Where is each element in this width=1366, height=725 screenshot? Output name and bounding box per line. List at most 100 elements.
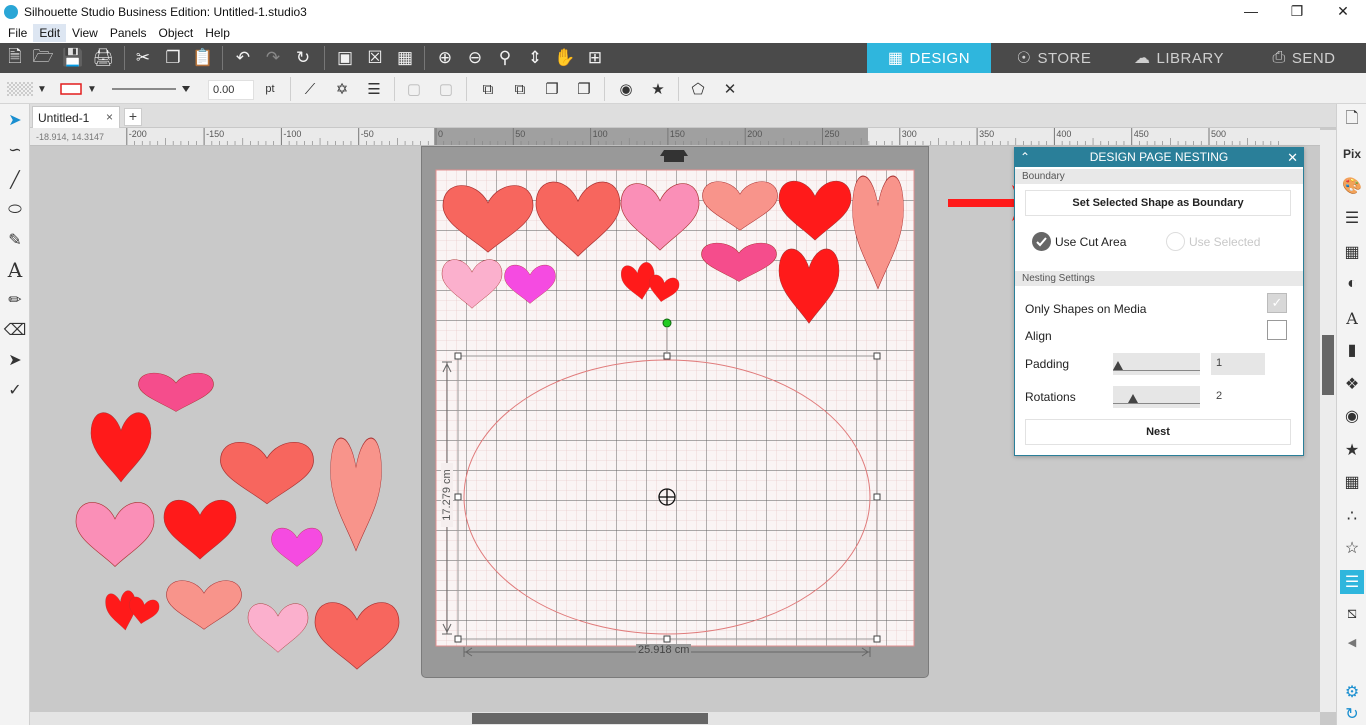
draw-tool-icon[interactable]: ✏ — [3, 288, 27, 312]
padding-value-input[interactable]: 1 — [1211, 353, 1265, 375]
heart-shape[interactable] — [89, 411, 153, 484]
heart-shape[interactable] — [313, 601, 401, 671]
offset-star-icon[interactable]: ☆ — [1340, 536, 1364, 560]
heart-shape[interactable] — [218, 440, 316, 506]
line-style-icon[interactable]: ☰ — [1340, 206, 1364, 230]
line-color-swatch[interactable] — [58, 78, 84, 100]
collapse-chevron-icon[interactable]: ⌃ — [1020, 148, 1030, 167]
move-icon[interactable]: ✡ — [330, 78, 354, 100]
select-by-color-icon[interactable]: ▦ — [394, 47, 416, 69]
group-icon[interactable]: ▢ — [402, 78, 426, 100]
zoom-in-icon[interactable]: ⊕ — [434, 47, 456, 69]
undo-icon[interactable]: ↶ — [232, 47, 254, 69]
transparency-icon[interactable]: ◐ — [1340, 272, 1364, 296]
rotations-slider-knob[interactable] — [1128, 394, 1138, 403]
select-tool-icon[interactable]: ➤ — [3, 108, 27, 132]
vertical-scroll-thumb[interactable] — [1322, 335, 1334, 395]
pan-hand-icon[interactable]: ✋ — [554, 47, 576, 69]
text-tool-icon[interactable]: A — [3, 258, 27, 282]
heart-shape[interactable] — [331, 438, 382, 551]
point-edit-icon[interactable]: ∽ — [3, 138, 27, 162]
horizontal-scroll-thumb[interactable] — [472, 713, 708, 724]
replicate-icon[interactable]: ★ — [1340, 438, 1364, 462]
tab-store[interactable]: ☉ STORE — [992, 43, 1116, 73]
deselect-icon[interactable]: ☒ — [364, 47, 386, 69]
open-folder-icon[interactable]: 🗁 — [32, 47, 54, 69]
nesting-panel-icon[interactable]: ☰ — [1340, 570, 1364, 594]
page-setup-icon[interactable]: 🗋 — [1340, 108, 1364, 132]
rotations-slider[interactable] — [1113, 386, 1200, 408]
heart-shape[interactable] — [270, 527, 324, 568]
line-style-selector[interactable] — [110, 78, 190, 100]
settings-gear-icon[interactable]: ⚙ — [1340, 680, 1364, 704]
vertical-scrollbar[interactable] — [1320, 130, 1336, 712]
text-style-icon[interactable]: A — [1340, 306, 1364, 330]
eyedropper-tool-icon[interactable]: ✓ — [3, 378, 27, 402]
use-selected-radio[interactable] — [1166, 232, 1185, 251]
menu-file[interactable]: File — [2, 24, 33, 42]
line-tool-icon[interactable]: ╱ — [3, 168, 27, 192]
fill-color-icon[interactable]: 🎨 — [1340, 174, 1364, 198]
zoom-out-icon[interactable]: ⊖ — [464, 47, 486, 69]
heart-shape[interactable] — [165, 579, 243, 631]
tab-untitled-1[interactable]: Untitled-1 × — [32, 106, 120, 128]
layers-icon[interactable]: ⧅ — [1340, 602, 1364, 626]
line-tool-icon[interactable]: ⟋ — [298, 78, 322, 100]
tab-send[interactable]: ⎙ SEND — [1242, 43, 1366, 73]
tab-library[interactable]: ☁ LIBRARY — [1117, 43, 1241, 73]
menu-help[interactable]: Help — [199, 24, 236, 42]
star-shape-icon[interactable]: ★ — [646, 78, 670, 100]
set-boundary-button[interactable]: Set Selected Shape as Boundary — [1025, 190, 1291, 216]
weld-icon[interactable]: ◉ — [614, 78, 638, 100]
trace-icon[interactable]: ▦ — [1340, 470, 1364, 494]
ellipse-tool-icon[interactable]: ⬭ — [3, 198, 27, 222]
pencil-tool-icon[interactable]: ✎ — [3, 228, 27, 252]
send-backward-icon[interactable]: ❐ — [572, 78, 596, 100]
paste-icon[interactable]: 📋 — [192, 47, 214, 69]
print-icon[interactable]: 🖨 — [92, 47, 114, 69]
redo-icon[interactable]: ↷ — [262, 47, 284, 69]
close-tab-icon[interactable]: × — [106, 110, 113, 124]
knife-tool-icon[interactable]: ➤ — [3, 348, 27, 372]
tab-design[interactable]: ▦ DESIGN — [867, 43, 991, 73]
select-all-icon[interactable]: ▣ — [334, 47, 356, 69]
redraw-icon[interactable]: ↻ — [292, 47, 314, 69]
bring-to-front-icon[interactable]: ⧉ — [476, 78, 500, 100]
eraser-tool-icon[interactable]: ⌫ — [3, 318, 27, 342]
align-checkbox[interactable] — [1267, 320, 1287, 340]
ungroup-icon[interactable]: ▢ — [434, 78, 458, 100]
add-tab-button[interactable]: + — [124, 108, 142, 126]
only-shapes-on-media-checkbox[interactable]: ✓ — [1267, 293, 1287, 313]
align-panel-icon[interactable]: ▮ — [1340, 338, 1364, 362]
menu-edit[interactable]: Edit — [33, 24, 67, 42]
send-to-back-icon[interactable]: ⧉ — [508, 78, 532, 100]
menu-panels[interactable]: Panels — [104, 24, 153, 42]
fill-pattern-panel-icon[interactable]: ▦ — [1340, 240, 1364, 264]
modify-icon[interactable]: ◉ — [1340, 404, 1364, 428]
fill-swatch[interactable] — [6, 78, 34, 100]
nest-button[interactable]: Nest — [1025, 419, 1291, 445]
pixscan-icon[interactable]: Pix — [1340, 142, 1364, 166]
use-cut-area-radio[interactable] — [1032, 232, 1051, 251]
heart-shape[interactable] — [74, 501, 156, 568]
maximize-button[interactable]: ❐ — [1274, 0, 1320, 23]
align-icon[interactable]: ☰ — [362, 78, 386, 100]
3d-box-icon[interactable]: ⬠ — [686, 78, 710, 100]
save-icon[interactable]: 💾 — [62, 47, 84, 69]
heart-shape[interactable] — [247, 602, 309, 654]
close-window-button[interactable]: ✕ — [1320, 0, 1366, 23]
horizontal-scrollbar[interactable] — [30, 712, 1320, 725]
panel-close-icon[interactable]: ✕ — [1287, 148, 1298, 167]
fill-dropdown-icon[interactable]: ▼ — [36, 78, 48, 100]
cut-icon[interactable]: ✂ — [132, 47, 154, 69]
sketch-icon[interactable]: ∴ — [1340, 504, 1364, 528]
bring-forward-icon[interactable]: ❐ — [540, 78, 564, 100]
padding-slider[interactable] — [1113, 353, 1200, 375]
padding-slider-knob[interactable] — [1113, 361, 1123, 370]
menu-view[interactable]: View — [66, 24, 104, 42]
heart-shape[interactable] — [162, 498, 238, 561]
collapse-panel-icon[interactable]: ◀ — [1340, 630, 1364, 654]
sync-icon[interactable]: ↻ — [1340, 702, 1364, 725]
fit-to-page-icon[interactable]: ⇕ — [524, 47, 546, 69]
copy-icon[interactable]: ❐ — [162, 47, 184, 69]
